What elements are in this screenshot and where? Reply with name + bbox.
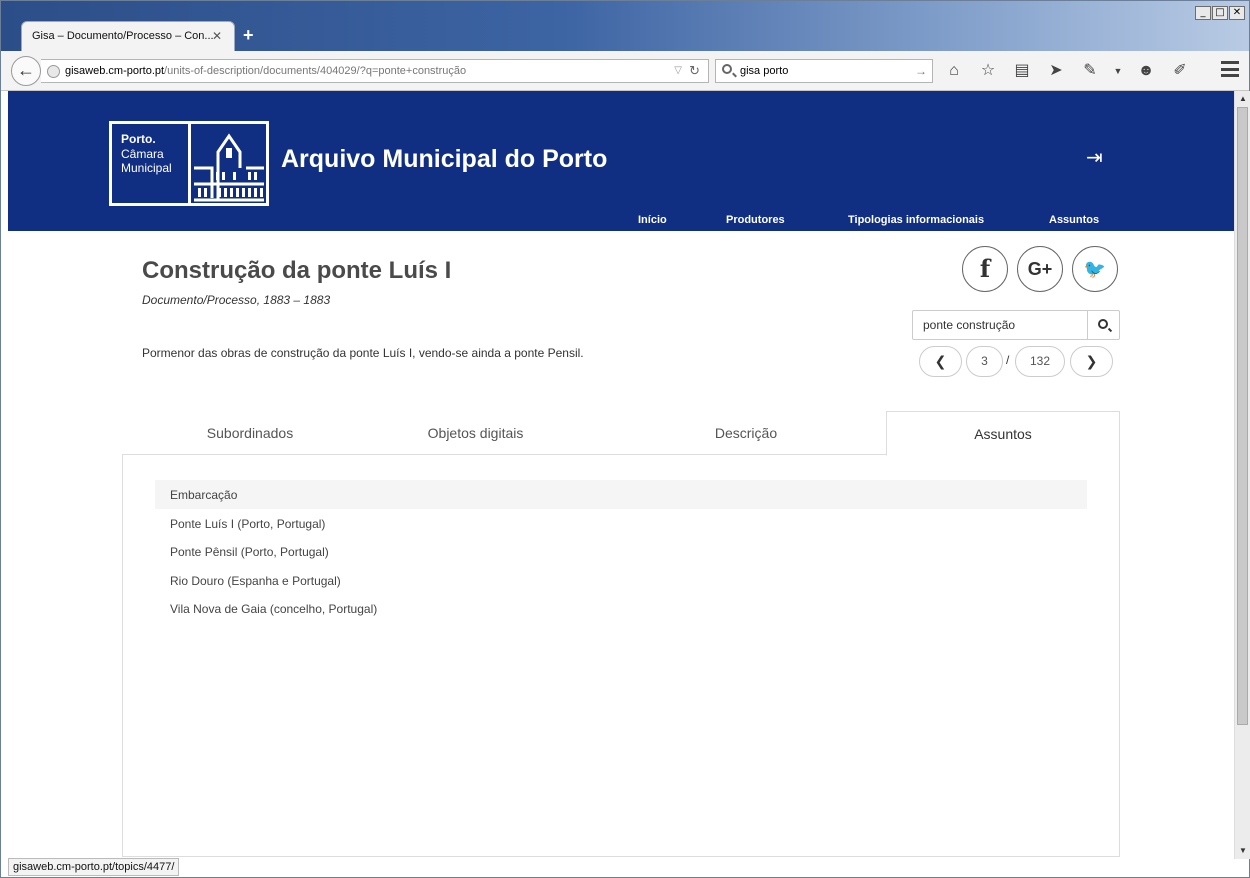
- scroll-up-icon[interactable]: ▲: [1237, 92, 1249, 106]
- reading-list-icon[interactable]: ▤: [1011, 60, 1033, 82]
- bookmark-star-icon[interactable]: ☆: [977, 60, 999, 82]
- url-path: /units-of-description/documents/404029/?…: [164, 65, 467, 77]
- extension-icon[interactable]: ✎: [1079, 60, 1101, 82]
- topic-item[interactable]: Vila Nova de Gaia (concelho, Portugal): [155, 594, 1087, 623]
- address-bar[interactable]: gisaweb.cm-porto.pt/units-of-description…: [41, 59, 709, 83]
- minimize-button[interactable]: _: [1195, 6, 1211, 20]
- town-hall-icon: [194, 133, 264, 202]
- home-icon[interactable]: ⌂: [943, 60, 965, 82]
- twitter-icon: 🐦: [1083, 259, 1107, 279]
- search-input[interactable]: ponte construção: [912, 310, 1088, 340]
- search-icon: [722, 64, 732, 74]
- browser-search-value: gisa porto: [740, 65, 789, 77]
- send-icon[interactable]: ➤: [1045, 60, 1067, 82]
- browser-search-input[interactable]: gisa porto →: [715, 59, 933, 83]
- chat-icon[interactable]: ☻: [1135, 60, 1157, 82]
- document-description: Pormenor das obras de construção da pont…: [142, 346, 584, 360]
- tab-assuntos[interactable]: Assuntos: [886, 411, 1120, 456]
- navigation-toolbar: gisaweb.cm-porto.pt/units-of-description…: [1, 51, 1249, 91]
- login-icon[interactable]: ⇥: [1086, 145, 1103, 170]
- tab-subordinados[interactable]: Subordinados: [122, 411, 378, 455]
- vertical-scrollbar[interactable]: ▲ ▼: [1234, 91, 1250, 859]
- topic-item[interactable]: Embarcação: [155, 480, 1087, 509]
- toolbar-icons: ⌂ ☆ ▤ ➤ ✎ ▼ ☻ ✐: [943, 60, 1191, 82]
- logo-text-porto: Porto.: [121, 132, 156, 146]
- globe-icon: [47, 65, 60, 78]
- next-result-button[interactable]: ❯: [1070, 346, 1113, 377]
- facebook-share-button[interactable]: f: [962, 246, 1008, 292]
- chevron-left-icon: ❮: [934, 353, 947, 369]
- dropdown-icon[interactable]: ▼: [1113, 60, 1123, 82]
- back-button[interactable]: ←: [11, 56, 41, 86]
- tab-title: Gisa – Documento/Processo – Con...: [32, 30, 214, 42]
- googleplus-share-button[interactable]: G+: [1017, 246, 1063, 292]
- googleplus-icon: G+: [1027, 259, 1053, 279]
- search-button[interactable]: [1087, 310, 1120, 340]
- document-subtitle: Documento/Processo, 1883 – 1883: [142, 293, 331, 307]
- page-title: Construção da ponte Luís I: [142, 257, 452, 284]
- scroll-down-icon[interactable]: ▼: [1237, 844, 1249, 858]
- title-bar: _ □ ✕ Gisa – Documento/Processo – Con...…: [1, 1, 1249, 51]
- new-tab-button[interactable]: +: [243, 25, 254, 46]
- pager-separator: /: [1006, 353, 1010, 367]
- tab-close-icon[interactable]: ✕: [212, 29, 222, 43]
- twitter-share-button[interactable]: 🐦: [1072, 246, 1118, 292]
- browser-tab[interactable]: Gisa – Documento/Processo – Con... ✕: [21, 21, 235, 51]
- maximize-button[interactable]: □: [1212, 6, 1228, 20]
- nav-inicio[interactable]: Início: [638, 214, 667, 226]
- site-header: Porto. Câmara Municipal Arquivo Municipa…: [8, 91, 1234, 231]
- back-arrow-icon: ←: [17, 60, 35, 80]
- search-icon: [1098, 319, 1108, 329]
- previous-result-button[interactable]: ❮: [919, 346, 962, 377]
- logo-text-camara: Câmara Municipal: [121, 147, 172, 175]
- close-window-button[interactable]: ✕: [1229, 6, 1245, 20]
- topic-item[interactable]: Rio Douro (Espanha e Portugal): [155, 566, 1087, 595]
- topic-item[interactable]: Ponte Luís I (Porto, Portugal): [155, 509, 1087, 538]
- url-host: gisaweb.cm-porto.pt: [65, 65, 165, 77]
- site-logo[interactable]: Porto. Câmara Municipal: [109, 121, 269, 206]
- logo-line-municipal: Municipal: [121, 161, 172, 175]
- notes-icon[interactable]: ✐: [1169, 60, 1191, 82]
- topics-list: Embarcação Ponte Luís I (Porto, Portugal…: [155, 480, 1087, 623]
- url-dropdown-icon[interactable]: ▽: [674, 60, 682, 82]
- logo-line-camara: Câmara: [121, 147, 164, 161]
- current-result: 3: [966, 346, 1003, 377]
- window-controls: _ □ ✕: [1195, 6, 1245, 20]
- chevron-right-icon: ❯: [1085, 353, 1098, 369]
- nav-assuntos[interactable]: Assuntos: [1049, 214, 1099, 226]
- browser-window: _ □ ✕ Gisa – Documento/Processo – Con...…: [0, 0, 1250, 878]
- page-viewport: Porto. Câmara Municipal Arquivo Municipa…: [8, 91, 1234, 857]
- nav-tipologias[interactable]: Tipologias informacionais: [848, 214, 984, 226]
- nav-produtores[interactable]: Produtores: [726, 214, 785, 226]
- logo-divider: [188, 124, 191, 203]
- facebook-icon: f: [979, 254, 991, 283]
- content-tabs: Subordinados Objetos digitais Descrição …: [122, 411, 1120, 456]
- status-bar: gisaweb.cm-porto.pt/topics/4477/: [8, 858, 180, 876]
- total-results: 132: [1015, 346, 1065, 377]
- tab-descricao[interactable]: Descrição: [573, 411, 919, 455]
- scrollbar-thumb[interactable]: [1237, 107, 1248, 725]
- topic-item[interactable]: Ponte Pênsil (Porto, Portugal): [155, 537, 1087, 566]
- tab-objetos-digitais[interactable]: Objetos digitais: [378, 411, 573, 455]
- reload-icon[interactable]: ↻: [689, 60, 700, 82]
- menu-icon[interactable]: [1221, 61, 1239, 77]
- site-title: Arquivo Municipal do Porto: [281, 145, 608, 173]
- search-go-icon[interactable]: →: [915, 60, 927, 82]
